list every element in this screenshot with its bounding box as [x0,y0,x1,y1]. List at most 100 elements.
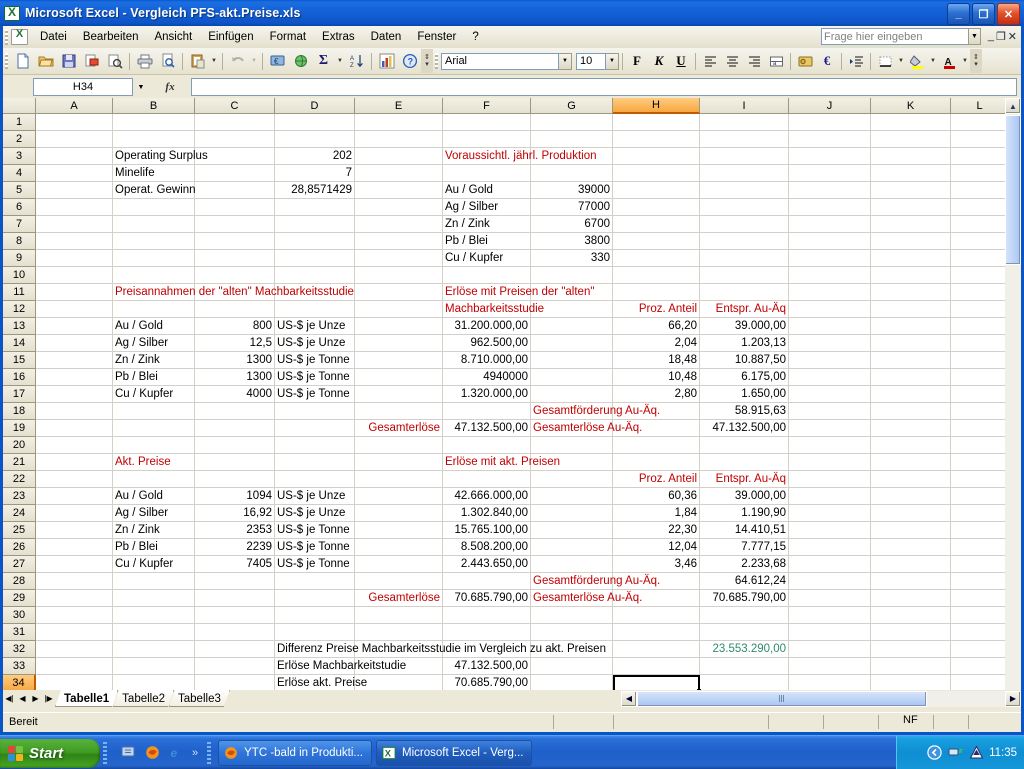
currency-style-icon[interactable] [794,50,816,72]
row-header-30[interactable]: 30 [3,607,36,624]
cell-I18[interactable]: 58.915,63 [700,403,788,420]
row-header-9[interactable]: 9 [3,250,36,267]
chart-wizard-icon[interactable] [375,50,398,72]
menu-item-einfuegen[interactable]: Einfügen [200,28,261,46]
cell-E19[interactable]: Gesamterlöse [355,420,442,437]
cell-F6[interactable]: Ag / Silber [443,199,530,216]
cell-H23[interactable]: 60,36 [613,488,699,505]
cell-C17[interactable]: 4000 [195,386,274,403]
cell-D4[interactable]: 7 [275,165,354,182]
row-header-11[interactable]: 11 [3,284,36,301]
cell-F17[interactable]: 1.320.000,00 [443,386,530,403]
firefox-icon[interactable] [143,744,161,762]
cell-F9[interactable]: Cu / Kupfer [443,250,530,267]
paste-icon[interactable] [186,50,209,72]
cell-B15[interactable]: Zn / Zink [113,352,194,369]
cell-D14[interactable]: US-$ je Unze [275,335,354,352]
cell-I12[interactable]: Entspr. Au-Äq [700,301,788,318]
column-header-h[interactable]: H [613,98,700,114]
cell-F26[interactable]: 8.508.200,00 [443,539,530,556]
new-icon[interactable] [11,50,34,72]
column-header-j[interactable]: J [789,98,871,114]
menu-grip-handle[interactable] [5,29,8,45]
row-header-34[interactable]: 34 [3,675,36,690]
horizontal-scrollbar[interactable]: ◀ ▶ [621,690,1021,707]
scroll-right-button[interactable]: ▶ [1005,691,1021,707]
merge-cells-icon[interactable]: a [765,50,787,72]
autosum-icon[interactable]: Σ [312,50,335,72]
cell-I19[interactable]: 47.132.500,00 [700,420,788,437]
name-box-dropdown-icon[interactable]: ▼ [133,78,149,96]
font-size-dropdown-icon[interactable]: ▼ [606,53,619,70]
cell-F5[interactable]: Au / Gold [443,182,530,199]
cell-B13[interactable]: Au / Gold [113,318,194,335]
doc-minimize-button[interactable]: _ [988,30,994,42]
horizontal-scroll-track[interactable] [637,691,1005,707]
taskbar-item-firefox[interactable]: YTC -bald in Produkti... [218,740,372,766]
cell-I15[interactable]: 10.887,50 [700,352,788,369]
sheet-tab-tabelle3[interactable]: Tabelle3 [169,690,230,707]
cell-B3[interactable]: Operating Surplus [113,148,194,165]
vertical-scrollbar[interactable]: ▲ [1005,98,1021,690]
align-left-icon[interactable] [699,50,721,72]
column-header-k[interactable]: K [871,98,951,114]
cell-G6[interactable]: 77000 [531,199,612,216]
cell-F34[interactable]: 70.685.790,00 [443,675,530,690]
toolbar-overflow-button[interactable]: ⇕▾ [421,49,433,73]
row-header-16[interactable]: 16 [3,369,36,386]
cell-B14[interactable]: Ag / Silber [113,335,194,352]
cell-I26[interactable]: 7.777,15 [700,539,788,556]
column-header-i[interactable]: I [700,98,789,114]
vertical-scroll-thumb[interactable] [1005,115,1021,265]
cell-B5[interactable]: Operat. Gewinn [113,182,194,199]
cell-F29[interactable]: 70.685.790,00 [443,590,530,607]
close-button[interactable]: ✕ [997,3,1020,25]
cell-I14[interactable]: 1.203,13 [700,335,788,352]
avira-icon[interactable] [968,745,984,761]
prev-sheet-button[interactable]: ◀ [16,690,29,707]
cell-D33[interactable]: Erlöse Machbarkeitstudie [275,658,442,675]
cell-F33[interactable]: 47.132.500,00 [443,658,530,675]
fill-color-icon[interactable] [906,50,928,72]
name-box[interactable]: H34 [33,78,133,96]
row-header-15[interactable]: 15 [3,352,36,369]
sort-ascending-icon[interactable]: AZ [345,50,368,72]
cell-D26[interactable]: US-$ je Tonne [275,539,354,556]
column-header-c[interactable]: C [195,98,275,114]
cell-B17[interactable]: Cu / Kupfer [113,386,194,403]
ask-a-question-input[interactable]: Frage hier eingeben [821,28,969,45]
cell-I23[interactable]: 39.000,00 [700,488,788,505]
row-header-33[interactable]: 33 [3,658,36,675]
column-header-g[interactable]: G [531,98,613,114]
cell-I27[interactable]: 2.233,68 [700,556,788,573]
cell-B26[interactable]: Pb / Blei [113,539,194,556]
print-preview-icon[interactable] [156,50,179,72]
cell-D17[interactable]: US-$ je Tonne [275,386,354,403]
column-header-d[interactable]: D [275,98,355,114]
toolbar-grip-handle[interactable] [5,53,8,69]
cell-H27[interactable]: 3,46 [613,556,699,573]
cell-D15[interactable]: US-$ je Tonne [275,352,354,369]
cell-H13[interactable]: 66,20 [613,318,699,335]
hyperlink-icon[interactable] [289,50,312,72]
cell-C16[interactable]: 1300 [195,369,274,386]
cell-F13[interactable]: 31.200.000,00 [443,318,530,335]
font-name-dropdown-icon[interactable]: ▼ [559,53,572,70]
quicklaunch-grip[interactable] [103,742,107,764]
align-right-icon[interactable] [743,50,765,72]
ie-icon[interactable]: e [167,744,185,762]
cell-F21[interactable]: Erlöse mit akt. Preisen [443,454,612,471]
show-desktop-icon[interactable] [119,744,137,762]
taskbar-item-excel[interactable]: X Microsoft Excel - Verg... [376,740,532,766]
cell-B27[interactable]: Cu / Kupfer [113,556,194,573]
sheet-tab-tabelle1[interactable]: Tabelle1 [55,690,118,707]
cell-C24[interactable]: 16,92 [195,505,274,522]
row-header-21[interactable]: 21 [3,454,36,471]
menu-item-daten[interactable]: Daten [363,28,410,46]
help-icon[interactable]: ? [398,50,421,72]
cell-F8[interactable]: Pb / Blei [443,233,530,250]
cell-F15[interactable]: 8.710.000,00 [443,352,530,369]
cell-F12[interactable]: Machbarkeitsstudie [443,301,530,318]
cell-C27[interactable]: 7405 [195,556,274,573]
cell-D32[interactable]: Differenz Preise Machbarkeitsstudie im V… [275,641,612,658]
